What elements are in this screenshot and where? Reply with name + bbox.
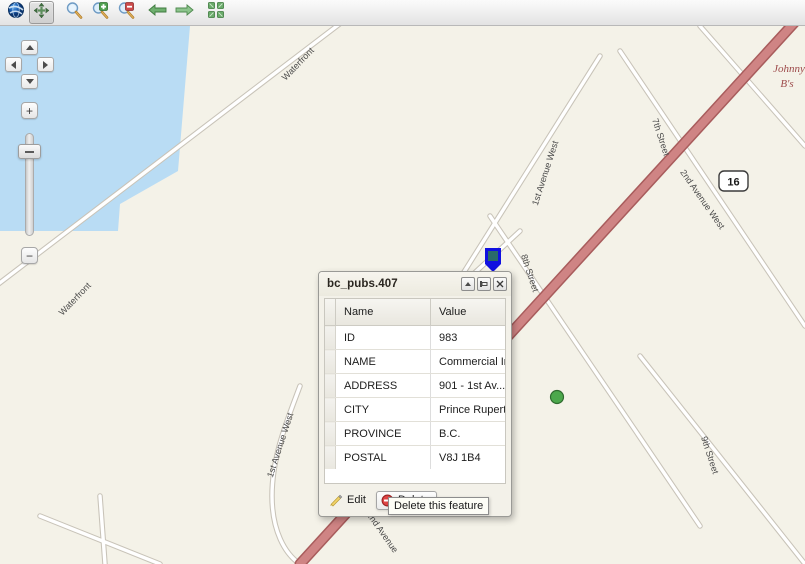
slider-grip-icon (25, 151, 34, 153)
popup-titlebar[interactable]: bc_pubs.407 (319, 272, 511, 296)
attribute-name-cell: CITY (336, 398, 431, 422)
close-button[interactable] (493, 277, 507, 291)
delete-tooltip: Delete this feature (388, 497, 489, 515)
pan-zoom-control: + − (0, 34, 56, 269)
pan-left-button[interactable] (5, 57, 22, 72)
pin-icon (479, 280, 489, 288)
attribute-name-cell: PROVINCE (336, 422, 431, 446)
row-stub (325, 374, 336, 398)
zoom-box-button[interactable] (61, 1, 86, 24)
attributes-table-body: ID983NAMECommercial InnADDRESS901 - 1st … (325, 326, 505, 470)
row-stub (325, 422, 336, 446)
table-empty-filler (325, 469, 505, 483)
svg-text:16: 16 (727, 177, 739, 189)
triangle-up-icon (464, 280, 472, 288)
zoom-in-button[interactable] (87, 1, 112, 24)
row-stub-header (325, 299, 336, 326)
zoom-out-button[interactable] (113, 1, 138, 24)
table-row[interactable]: ADDRESS901 - 1st Av... (325, 374, 505, 398)
table-row[interactable]: ID983 (325, 326, 505, 350)
attribute-value-cell: Prince Rupert (431, 398, 506, 422)
table-row[interactable]: POSTALV8J 1B4 (325, 446, 505, 470)
attribute-name-cell: POSTAL (336, 446, 431, 470)
row-stub (325, 326, 336, 350)
column-header-name[interactable]: Name (336, 299, 431, 326)
feature-marker[interactable] (551, 391, 564, 404)
triangle-down-icon (26, 79, 34, 84)
map-canvas[interactable]: WaterfrontWaterfront1st Avenue West1st A… (0, 26, 805, 564)
close-icon (496, 280, 504, 288)
pencil-icon (329, 493, 343, 507)
row-stub (325, 350, 336, 374)
attribute-value-cell: Commercial Inn (431, 350, 506, 374)
table-row[interactable]: PROVINCEB.C. (325, 422, 505, 446)
back-arrow-icon (148, 3, 168, 22)
row-stub (325, 446, 336, 470)
triangle-up-icon (26, 45, 34, 50)
globe-icon (7, 1, 25, 24)
attributes-table-head: Name Value (325, 299, 505, 326)
zoom-in-slider-button[interactable]: + (21, 102, 38, 119)
main-toolbar (0, 0, 805, 26)
attribute-name-cell: NAME (336, 350, 431, 374)
attributes-table: Name Value ID983NAMECommercial InnADDRES… (325, 299, 505, 469)
forward-button[interactable] (171, 1, 196, 24)
table-row[interactable]: NAMECommercial Inn (325, 350, 505, 374)
popup-title-text: bc_pubs.407 (327, 278, 459, 290)
zoom-extent-button[interactable] (203, 1, 228, 24)
pan-right-button[interactable] (37, 57, 54, 72)
map-application-window: WaterfrontWaterfront1st Avenue West1st A… (0, 0, 805, 564)
triangle-right-icon (43, 61, 48, 69)
attribute-name-cell: ADDRESS (336, 374, 431, 398)
attribute-value-cell: V8J 1B4 (431, 446, 506, 470)
pin-button[interactable] (477, 277, 491, 291)
attribute-value-cell: 983 (431, 326, 506, 350)
zoom-slider-handle[interactable] (18, 144, 41, 159)
triangle-left-icon (11, 61, 16, 69)
back-button[interactable] (145, 1, 170, 24)
poi-label: Johnny (773, 63, 805, 75)
row-stub (325, 398, 336, 422)
poi-label: B's (780, 78, 793, 90)
zoom-out-icon (117, 1, 135, 24)
pan-button[interactable] (29, 1, 54, 24)
pan-icon (33, 2, 50, 24)
collapse-button[interactable] (461, 277, 475, 291)
edit-button[interactable]: Edit (324, 490, 373, 510)
attribute-value-cell: B.C. (431, 422, 506, 446)
zoom-extent-icon (207, 1, 225, 24)
zoom-in-icon (91, 1, 109, 24)
highway-shield: 16 (719, 171, 748, 191)
pan-down-button[interactable] (21, 74, 38, 89)
attribute-name-cell: ID (336, 326, 431, 350)
feature-info-popup: bc_pubs.407 (318, 271, 512, 517)
attributes-table-wrapper: Name Value ID983NAMECommercial InnADDRES… (324, 298, 506, 484)
pan-up-button[interactable] (21, 40, 38, 55)
zoom-out-slider-button[interactable]: − (21, 247, 38, 264)
column-header-value[interactable]: Value (431, 299, 506, 326)
table-row[interactable]: CITYPrince Rupert (325, 398, 505, 422)
edit-button-label: Edit (347, 494, 366, 506)
zoom-box-icon (65, 1, 83, 24)
attribute-value-cell: 901 - 1st Av... (431, 374, 506, 398)
globe-button[interactable] (3, 1, 28, 24)
table-header-row: Name Value (325, 299, 505, 326)
forward-arrow-icon (174, 3, 194, 22)
